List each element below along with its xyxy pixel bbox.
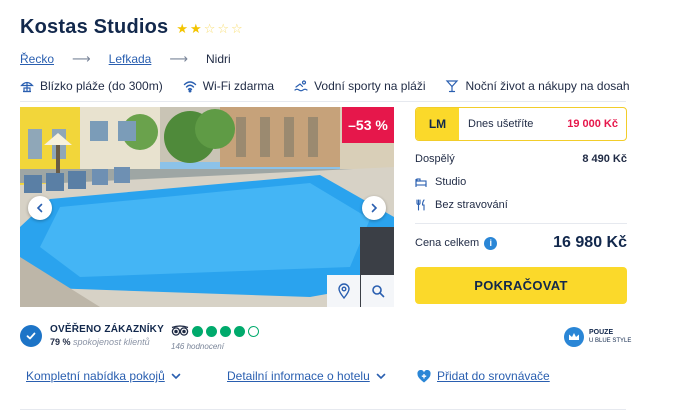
blue-style-line2: U BLUE STYLE <box>589 338 632 344</box>
info-icon[interactable]: i <box>484 236 498 250</box>
verified-title: OVĚŘENO ZÁKAZNÍKY <box>50 324 164 335</box>
amenity-label: Vodní sporty na pláži <box>314 79 426 93</box>
hotel-details-link[interactable]: Detailní informace o hotelu <box>227 369 386 383</box>
map-pin-icon <box>337 283 350 299</box>
continue-button[interactable]: POKRAČOVAT <box>415 267 627 304</box>
add-to-compare-link[interactable]: Přidat do srovnávače <box>417 369 550 383</box>
discount-badge: –53 % <box>342 107 394 143</box>
rating-bubble-full-icon <box>206 325 217 337</box>
divider <box>415 223 627 224</box>
chevron-down-icon <box>376 373 386 380</box>
rating-bubble-full-icon <box>234 325 245 337</box>
amenity-water-sports: Vodní sporty na pláži <box>294 79 425 93</box>
amenity-wifi: Wi-Fi zdarma <box>183 79 274 93</box>
star-empty-icon: ☆ <box>231 21 243 36</box>
beach-umbrella-icon <box>20 81 34 93</box>
arrow-right-icon: ⟶ <box>169 51 188 66</box>
total-price: 16 980 Kč <box>553 234 627 251</box>
total-price-row: Cena celkem i 16 980 Kč <box>415 234 627 252</box>
amenities-list: Blízko pláže (do 300m) Wi-Fi zdarma Vodn… <box>20 79 650 93</box>
swimmer-icon <box>294 80 308 92</box>
tripadvisor-owl-icon <box>171 325 189 336</box>
star-full-icon: ★ <box>176 21 189 36</box>
crown-icon <box>564 327 584 347</box>
tripadvisor-bubbles <box>171 325 259 337</box>
review-count: 146 hodnocení <box>171 342 224 351</box>
last-minute-savings: LM Dnes ušetříte 19 000 Kč <box>415 107 627 141</box>
price-panel: LM Dnes ušetříte 19 000 Kč Dospělý 8 490… <box>415 107 627 304</box>
cutlery-icon <box>416 199 425 211</box>
check-icon <box>20 325 42 347</box>
amenity-nightlife: Noční život a nákupy na dosah <box>445 79 630 93</box>
search-icon <box>371 285 384 298</box>
star-rating: ★ ★ ☆ ☆ ☆ <box>176 22 242 35</box>
blue-style-line1: POUZE <box>589 329 614 336</box>
total-label: Cena celkem <box>415 237 480 249</box>
rooms-offer-link[interactable]: Kompletní nabídka pokojů <box>26 369 181 383</box>
star-empty-icon: ☆ <box>217 21 230 36</box>
divider <box>20 101 626 102</box>
board-row: Bez stravování <box>415 198 627 212</box>
amenity-label: Noční život a nákupy na dosah <box>465 79 630 93</box>
zoom-photo-button[interactable] <box>361 275 394 307</box>
hotel-details-label: Detailní informace o hotelu <box>227 369 370 383</box>
breadcrumb-region[interactable]: Lefkada <box>109 52 152 66</box>
hotel-header: Kostas Studios ★ ★ ☆ ☆ ☆ <box>20 16 243 39</box>
board-type: Bez stravování <box>435 199 508 211</box>
room-type-row: Studio <box>415 175 627 189</box>
tripadvisor-rating[interactable]: 146 hodnocení <box>171 325 259 351</box>
savings-label: Dnes ušetříte <box>468 118 534 130</box>
rating-bubble-empty-icon <box>248 325 259 337</box>
amenity-label: Wi-Fi zdarma <box>202 79 275 93</box>
add-to-compare-label: Přidat do srovnávače <box>437 369 550 383</box>
adult-price: 8 490 Kč <box>582 153 627 165</box>
satisfaction-line: 79 % spokojenost klientů <box>50 336 164 348</box>
divider <box>20 409 626 410</box>
hotel-photo-gallery[interactable]: –53 % <box>20 107 394 307</box>
heart-plus-icon <box>417 369 431 382</box>
bed-icon <box>415 178 427 187</box>
savings-amount: 19 000 Kč <box>567 118 618 130</box>
chevron-left-icon <box>36 203 43 213</box>
gallery-prev-button[interactable] <box>28 196 52 220</box>
adult-price-row: Dospělý 8 490 Kč <box>415 152 627 166</box>
satisfaction-label: spokojenost klientů <box>73 337 150 347</box>
chevron-down-icon <box>171 373 181 380</box>
verified-text: OVĚŘENO ZÁKAZNÍKY 79 % spokojenost klien… <box>50 324 164 348</box>
rating-bubble-full-icon <box>192 325 203 337</box>
arrow-right-icon: ⟶ <box>72 51 91 66</box>
breadcrumb-destination: Nidri <box>206 52 231 66</box>
hotel-name: Kostas Studios <box>20 16 169 38</box>
adult-label: Dospělý <box>415 153 455 165</box>
rating-bubble-full-icon <box>220 325 231 337</box>
show-map-button[interactable] <box>327 275 360 307</box>
amenity-beach: Blízko pláže (do 300m) <box>20 79 163 93</box>
lm-badge: LM <box>416 108 459 140</box>
room-type: Studio <box>435 176 467 188</box>
star-full-icon: ★ <box>190 21 202 36</box>
star-empty-icon: ☆ <box>203 21 216 36</box>
chevron-right-icon <box>371 203 378 213</box>
wifi-icon <box>183 81 196 93</box>
blue-style-exclusive: POUZE U BLUE STYLE <box>564 327 631 347</box>
cocktail-icon <box>446 80 459 93</box>
gallery-next-button[interactable] <box>362 196 386 220</box>
rooms-offer-label: Kompletní nabídka pokojů <box>26 369 165 383</box>
breadcrumb-country[interactable]: Řecko <box>20 52 54 66</box>
satisfaction-percent: 79 % <box>50 337 71 347</box>
breadcrumb: Řecko ⟶ Lefkada ⟶ Nidri <box>20 51 231 67</box>
customer-verified-badge: OVĚŘENO ZÁKAZNÍKY 79 % spokojenost klien… <box>20 324 164 348</box>
amenity-label: Blízko pláže (do 300m) <box>40 79 163 93</box>
total-label-group: Cena celkem i <box>415 236 498 250</box>
blue-style-text: POUZE U BLUE STYLE <box>589 329 631 345</box>
